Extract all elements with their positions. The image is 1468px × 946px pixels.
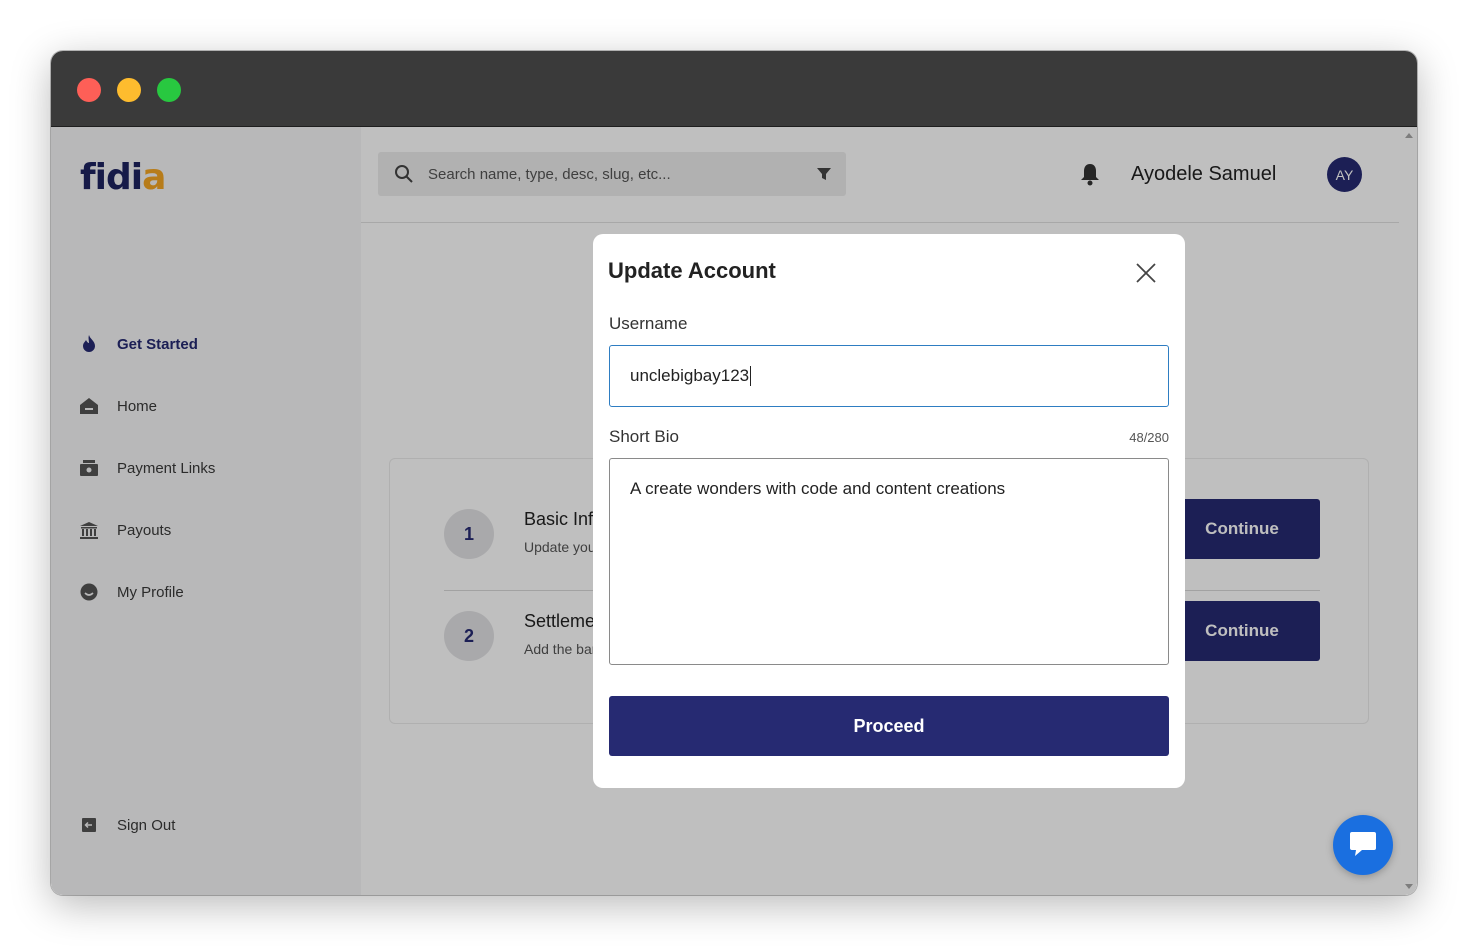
- scroll-up-arrow[interactable]: [1405, 133, 1413, 138]
- chat-icon: [1350, 832, 1376, 856]
- scroll-down-arrow[interactable]: [1405, 884, 1413, 889]
- short-bio-value: A create wonders with code and content c…: [630, 479, 1006, 498]
- short-bio-field[interactable]: A create wonders with code and content c…: [609, 458, 1169, 665]
- close-window-button[interactable]: [77, 78, 101, 102]
- close-icon[interactable]: [1135, 262, 1157, 284]
- bio-char-counter: 48/280: [1129, 430, 1169, 445]
- maximize-window-button[interactable]: [157, 78, 181, 102]
- chat-button[interactable]: [1333, 815, 1393, 875]
- minimize-window-button[interactable]: [117, 78, 141, 102]
- username-field[interactable]: unclebigbay123: [609, 345, 1169, 407]
- text-caret: [750, 366, 752, 386]
- username-value: unclebigbay123: [630, 366, 750, 385]
- username-label: Username: [609, 314, 688, 333]
- browser-window: fidia Get Started Home Payment Links Pay…: [51, 51, 1417, 895]
- app-content: fidia Get Started Home Payment Links Pay…: [51, 127, 1417, 895]
- short-bio-label: Short Bio: [609, 427, 679, 446]
- window-titlebar: [51, 51, 1417, 127]
- modal-title: Update Account: [608, 258, 776, 283]
- update-account-modal: Update Account Username unclebigbay123 S…: [593, 234, 1185, 788]
- proceed-button[interactable]: Proceed: [609, 696, 1169, 756]
